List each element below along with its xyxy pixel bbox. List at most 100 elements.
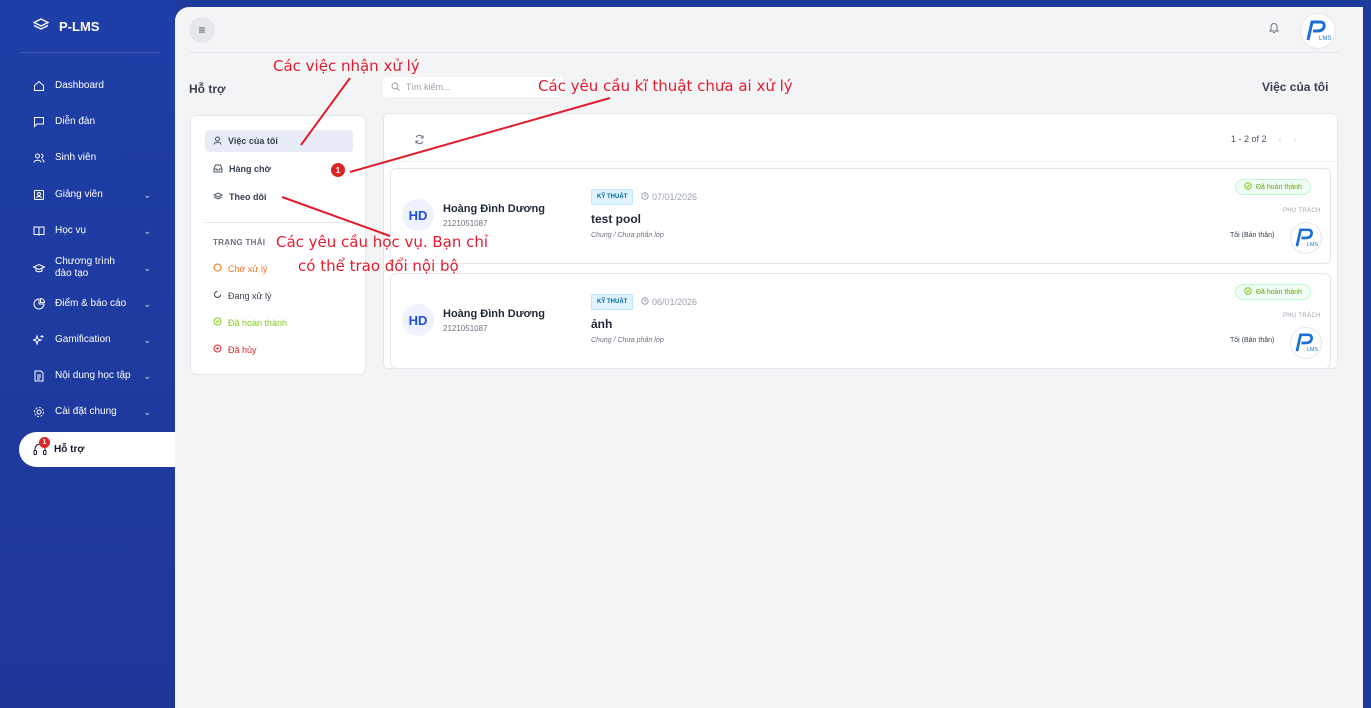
sidebar-item-label: Sinh viên	[55, 152, 97, 163]
sidebar-item-forum[interactable]: Diễn đàn	[33, 116, 151, 128]
status-text: Đã hoàn thành	[1256, 183, 1302, 191]
ticket-subtitle: Chung / Chưa phân lớp	[591, 337, 664, 344]
search-box[interactable]	[383, 77, 563, 97]
search-input[interactable]	[406, 82, 546, 92]
category-badge: KỸ THUẬT	[591, 189, 634, 205]
assignee-label: PHỤ TRÁCH	[1283, 208, 1321, 214]
clock-icon	[641, 297, 649, 307]
users-icon	[33, 152, 45, 164]
sidebar-item-gamification[interactable]: Gamification ⌄	[33, 334, 151, 346]
page-title: Hỗ trợ	[189, 82, 226, 96]
divider	[20, 52, 160, 53]
sidebar-item-lecturers[interactable]: Giảng viên ⌄	[33, 189, 151, 201]
status-completed[interactable]: Đã hoàn thành	[213, 317, 287, 328]
refresh-icon[interactable]	[414, 134, 425, 148]
sidebar-item-students[interactable]: Sinh viên	[33, 152, 151, 164]
home-icon	[33, 80, 45, 92]
ticket-subtitle: Chung / Chưa phân lớp	[591, 232, 664, 239]
sidebar-item-grades[interactable]: Điểm & báo cáo ⌄	[33, 298, 151, 310]
chevron-down-icon: ⌄	[143, 298, 151, 309]
assignee-avatar: LMS	[1290, 222, 1322, 254]
topbar: ≡ LMS	[175, 7, 1363, 53]
status-cancelled[interactable]: Đã hủy	[213, 344, 257, 355]
sidebar-item-label: Cài đặt chung	[55, 406, 117, 417]
chevron-down-icon: ⌄	[143, 334, 151, 345]
view-title: Việc của tôi	[1262, 80, 1329, 94]
sidebar-item-label: Dashboard	[55, 80, 104, 91]
pie-chart-icon	[33, 298, 45, 310]
sidebar-item-curriculum[interactable]: Chương trình đào tạo ⌄	[33, 256, 151, 280]
status-label: Đang xử lý	[228, 290, 272, 301]
ticket-list: 1 - 2 of 2 ‹ › HD Hoàng Đình Dương 21210…	[383, 113, 1338, 369]
user-avatar[interactable]: LMS	[1300, 13, 1336, 49]
check-circle-icon	[213, 317, 222, 328]
bell-icon[interactable]	[1268, 21, 1280, 37]
filter-my-tasks[interactable]: Việc của tôi	[205, 130, 353, 152]
requester-id: 2121051087	[443, 324, 488, 333]
notification-badge: 1	[39, 437, 50, 448]
sidebar-item-label: Học vụ	[55, 225, 87, 236]
ticket-date: 06/01/2026	[641, 297, 697, 307]
sidebar-item-label: Nội dung học tập	[55, 370, 131, 381]
sidebar-item-dashboard[interactable]: Dashboard	[33, 80, 151, 92]
loading-icon	[213, 290, 222, 301]
document-icon	[33, 370, 45, 382]
search-icon	[391, 82, 400, 93]
annotation-following-2: có thể trao đổi nội bộ	[298, 257, 459, 275]
circle-icon	[213, 263, 222, 274]
sidebar-item-academic[interactable]: Học vụ ⌄	[33, 225, 151, 237]
divider	[189, 52, 1341, 53]
sidebar-item-settings[interactable]: Cài đặt chung ⌄	[33, 406, 151, 418]
filter-label: Việc của tôi	[228, 136, 278, 146]
status-label: Đã hủy	[228, 344, 257, 355]
filter-following[interactable]: Theo dõi	[205, 186, 353, 208]
user-icon	[213, 136, 222, 147]
sidebar-item-label: Điểm & báo cáo	[55, 298, 127, 309]
chevron-down-icon: ⌄	[143, 189, 151, 200]
sidebar-item-learning-content[interactable]: Nội dung học tập ⌄	[33, 370, 151, 382]
chevron-down-icon: ⌄	[143, 262, 151, 273]
id-card-icon	[33, 189, 45, 201]
queue-count-badge: 1	[331, 163, 345, 177]
annotation-queue: Các yêu cầu kĩ thuật chưa ai xử lý	[538, 77, 793, 95]
assignee-label: PHỤ TRÁCH	[1283, 313, 1321, 319]
hamburger-icon: ≡	[198, 23, 206, 37]
clock-icon	[641, 192, 649, 202]
layers-icon	[212, 191, 224, 203]
check-circle-icon	[1244, 182, 1252, 192]
assignee-name: Tôi (Bản thân)	[1230, 232, 1275, 239]
assignee-avatar: LMS	[1290, 327, 1322, 359]
sparkle-icon	[33, 334, 45, 346]
ticket-card[interactable]: HD Hoàng Đình Dương 2121051087 KỸ THUẬT …	[390, 273, 1331, 369]
sidebar-item-label: Chương trình đào tạo	[55, 256, 115, 279]
pagination: 1 - 2 of 2 ‹ ›	[1231, 134, 1297, 144]
svg-text:LMS: LMS	[1307, 347, 1319, 353]
status-heading: TRẠNG THÁI	[213, 238, 266, 247]
menu-toggle-button[interactable]: ≡	[189, 17, 215, 43]
assignee-name: Tôi (Bản thân)	[1230, 337, 1275, 344]
status-pending[interactable]: Chờ xử lý	[213, 263, 267, 274]
divider	[205, 222, 353, 223]
status-badge: Đã hoàn thành	[1235, 179, 1311, 195]
sidebar-item-label: Gamification	[55, 334, 111, 345]
chevron-down-icon: ⌄	[143, 225, 151, 236]
ticket-title: test pool	[591, 212, 641, 226]
requester-name: Hoàng Đình Dương	[443, 203, 545, 215]
chevron-left-icon[interactable]: ‹	[1279, 134, 1282, 144]
ticket-title: ảnh	[591, 317, 613, 331]
chevron-down-icon: ⌄	[143, 406, 151, 417]
status-in-progress[interactable]: Đang xử lý	[213, 290, 272, 301]
annotation-following-1: Các yêu cầu học vụ. Bạn chỉ	[276, 233, 489, 251]
chevron-right-icon[interactable]: ›	[1294, 134, 1297, 144]
filter-label: Hàng chờ	[229, 164, 271, 174]
book-icon	[33, 225, 45, 237]
ticket-card[interactable]: HD Hoàng Đình Dương 2121051087 KỸ THUẬT …	[390, 168, 1331, 264]
layers-logo-icon	[32, 18, 50, 35]
settings-icon	[33, 406, 45, 418]
category-badge: KỸ THUẬT	[591, 294, 634, 310]
brand[interactable]: P-LMS	[32, 18, 99, 35]
status-label: Chờ xử lý	[228, 263, 268, 274]
status-text: Đã hoàn thành	[1256, 288, 1302, 296]
sidebar-item-label: Hỗ trợ	[54, 444, 85, 455]
sidebar: P-LMS Dashboard Diễn đàn Sinh viên Giảng…	[0, 0, 175, 708]
